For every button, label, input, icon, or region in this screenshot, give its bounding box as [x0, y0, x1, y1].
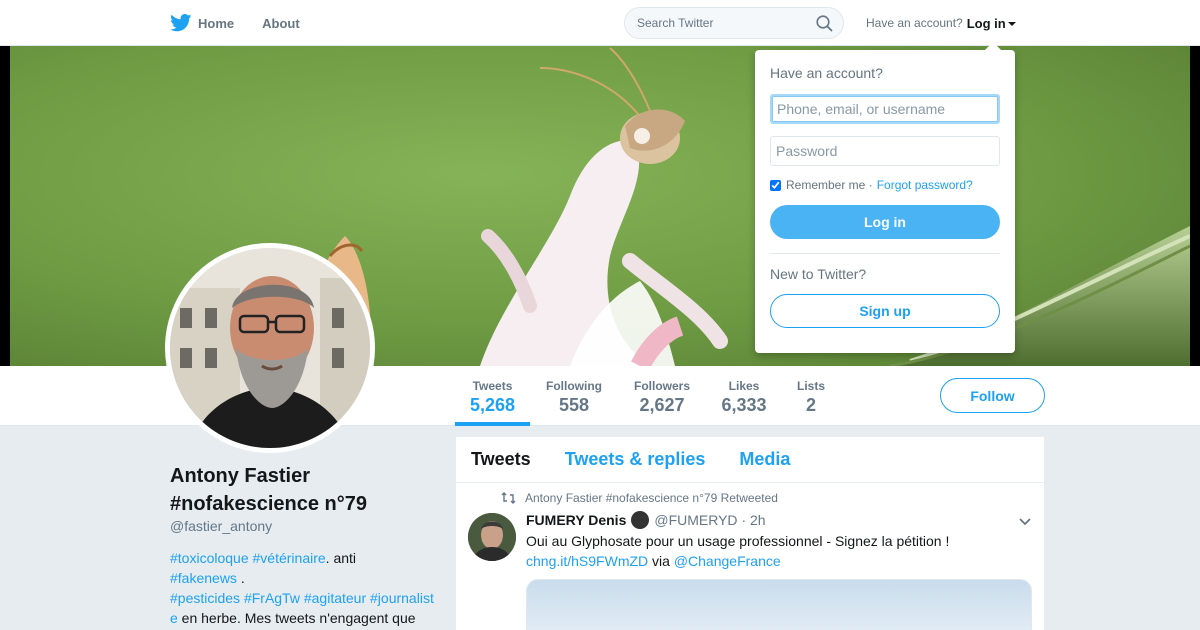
profile-bio: #toxicoloque #vétérinaire. anti #fakenew… [170, 548, 435, 628]
new-to-twitter-label: New to Twitter? [770, 266, 867, 282]
tweet-via: via [648, 553, 674, 569]
stat-followers-label: Followers [633, 379, 690, 393]
have-account-area: Have an account? Log in [866, 0, 1016, 46]
nav-about[interactable]: About [262, 16, 300, 31]
tab-tweets-replies[interactable]: Tweets & replies [565, 449, 706, 470]
stat-lists-value: 2 [805, 395, 816, 415]
tab-media[interactable]: Media [739, 449, 790, 470]
remember-me-label: Remember me · [786, 178, 873, 192]
banner-edge-left [0, 46, 10, 366]
bio-hashtag[interactable]: #FrAgTw [244, 590, 300, 606]
bio-hashtag[interactable]: #agitateur [304, 590, 366, 606]
tweet-body: Oui au Glyphosate pour un usage professi… [526, 533, 950, 549]
bio-hashtag[interactable]: #fakenews [170, 570, 237, 586]
timeline-tabs: Tweets Tweets & replies Media [456, 437, 1044, 483]
retweet-context-text: Antony Fastier #nofakescience n°79 Retwe… [525, 491, 778, 505]
tweet-timestamp[interactable]: · 2h [741, 512, 765, 528]
forgot-password-link[interactable]: Forgot password? [877, 178, 973, 192]
tweet[interactable]: Antony Fastier #nofakescience n°79 Retwe… [456, 483, 1044, 630]
nav-left: Home About [170, 0, 328, 46]
tweet-author-name[interactable]: FUMERY Denis [526, 512, 626, 528]
stat-lists[interactable]: Lists 2 [790, 366, 832, 426]
timeline: Tweets Tweets & replies Media Antony Fas… [456, 437, 1044, 630]
signup-button[interactable]: Sign up [770, 294, 1000, 328]
follow-button[interactable]: Follow [940, 378, 1045, 413]
login-dropdown-toggle[interactable]: Log in [967, 16, 1016, 31]
bio-text: . [236, 570, 245, 586]
tweet-author-avatar[interactable] [468, 513, 516, 561]
search-icon[interactable] [816, 14, 833, 32]
login-button[interactable]: Log in [770, 205, 1000, 239]
retweet-icon [501, 492, 516, 504]
tab-tweets[interactable]: Tweets [471, 449, 531, 470]
stat-tweets-label: Tweets [472, 379, 513, 393]
verified-badge-icon [631, 511, 650, 529]
nav-home-label: Home [198, 15, 235, 31]
stat-following[interactable]: Following 558 [540, 366, 608, 426]
caret-down-icon [1007, 22, 1016, 27]
stat-likes[interactable]: Likes 6,333 [716, 366, 772, 426]
profile-handle[interactable]: @fastier_antony [170, 518, 272, 534]
avatar-image [170, 248, 370, 448]
top-navigation: Home About Have an account? Log in [0, 0, 1200, 46]
stat-likes-value: 6,333 [721, 395, 767, 415]
username-field[interactable] [770, 94, 1000, 124]
nav-about-label: About [262, 15, 300, 31]
password-field[interactable] [770, 136, 1000, 166]
stat-lists-label: Lists [796, 379, 825, 393]
dropdown-divider [770, 253, 1000, 254]
stat-followers-value: 2,627 [639, 395, 685, 415]
have-account-text: Have an account? [866, 16, 963, 30]
nav-home[interactable]: Home [170, 14, 234, 32]
twitter-bird-icon [170, 14, 192, 32]
banner-edge-right [1190, 46, 1200, 366]
bio-hashtag[interactable]: #pesticides [170, 590, 240, 606]
bio-hashtag[interactable]: #toxicoloque [170, 550, 249, 566]
chevron-down-icon[interactable] [1018, 514, 1032, 532]
stat-following-value: 558 [558, 395, 590, 415]
tweet-media-card[interactable] [526, 579, 1032, 630]
stat-followers[interactable]: Followers 2,627 [628, 366, 696, 426]
tweet-header: FUMERY Denis @FUMERYD · 2h [526, 511, 766, 529]
tweet-mention[interactable]: @ChangeFrance [674, 553, 781, 569]
tweet-avatar-image [468, 513, 516, 561]
dropdown-title: Have an account? [770, 65, 883, 81]
remember-me-row: Remember me · Forgot password? [770, 178, 1000, 192]
login-dropdown: Have an account? Remember me · Forgot pa… [755, 42, 1015, 353]
profile-name: Antony Fastier #nofakescience n°79 [170, 465, 367, 515]
search-input[interactable] [637, 16, 816, 30]
tweet-text: Oui au Glyphosate pour un usage professi… [526, 531, 1026, 571]
bio-text: en herbe. Mes tweets n'engagent que [177, 610, 416, 626]
stat-likes-label: Likes [728, 379, 760, 393]
bio-text: . anti [325, 550, 357, 566]
search-box [624, 7, 844, 39]
bio-hashtag[interactable]: #vétérinaire [253, 550, 326, 566]
tweet-author-handle[interactable]: @FUMERYD [654, 512, 737, 528]
stat-tweets[interactable]: Tweets 5,268 [455, 366, 530, 426]
remember-me-checkbox[interactable] [770, 179, 781, 191]
login-link-label: Log in [966, 15, 1006, 31]
avatar[interactable] [165, 243, 375, 453]
retweet-context: Antony Fastier #nofakescience n°79 Retwe… [501, 491, 778, 505]
stat-tweets-value: 5,268 [469, 395, 516, 415]
tweet-link[interactable]: chng.it/hS9FWmZD [526, 553, 648, 569]
stat-following-label: Following [546, 379, 602, 393]
